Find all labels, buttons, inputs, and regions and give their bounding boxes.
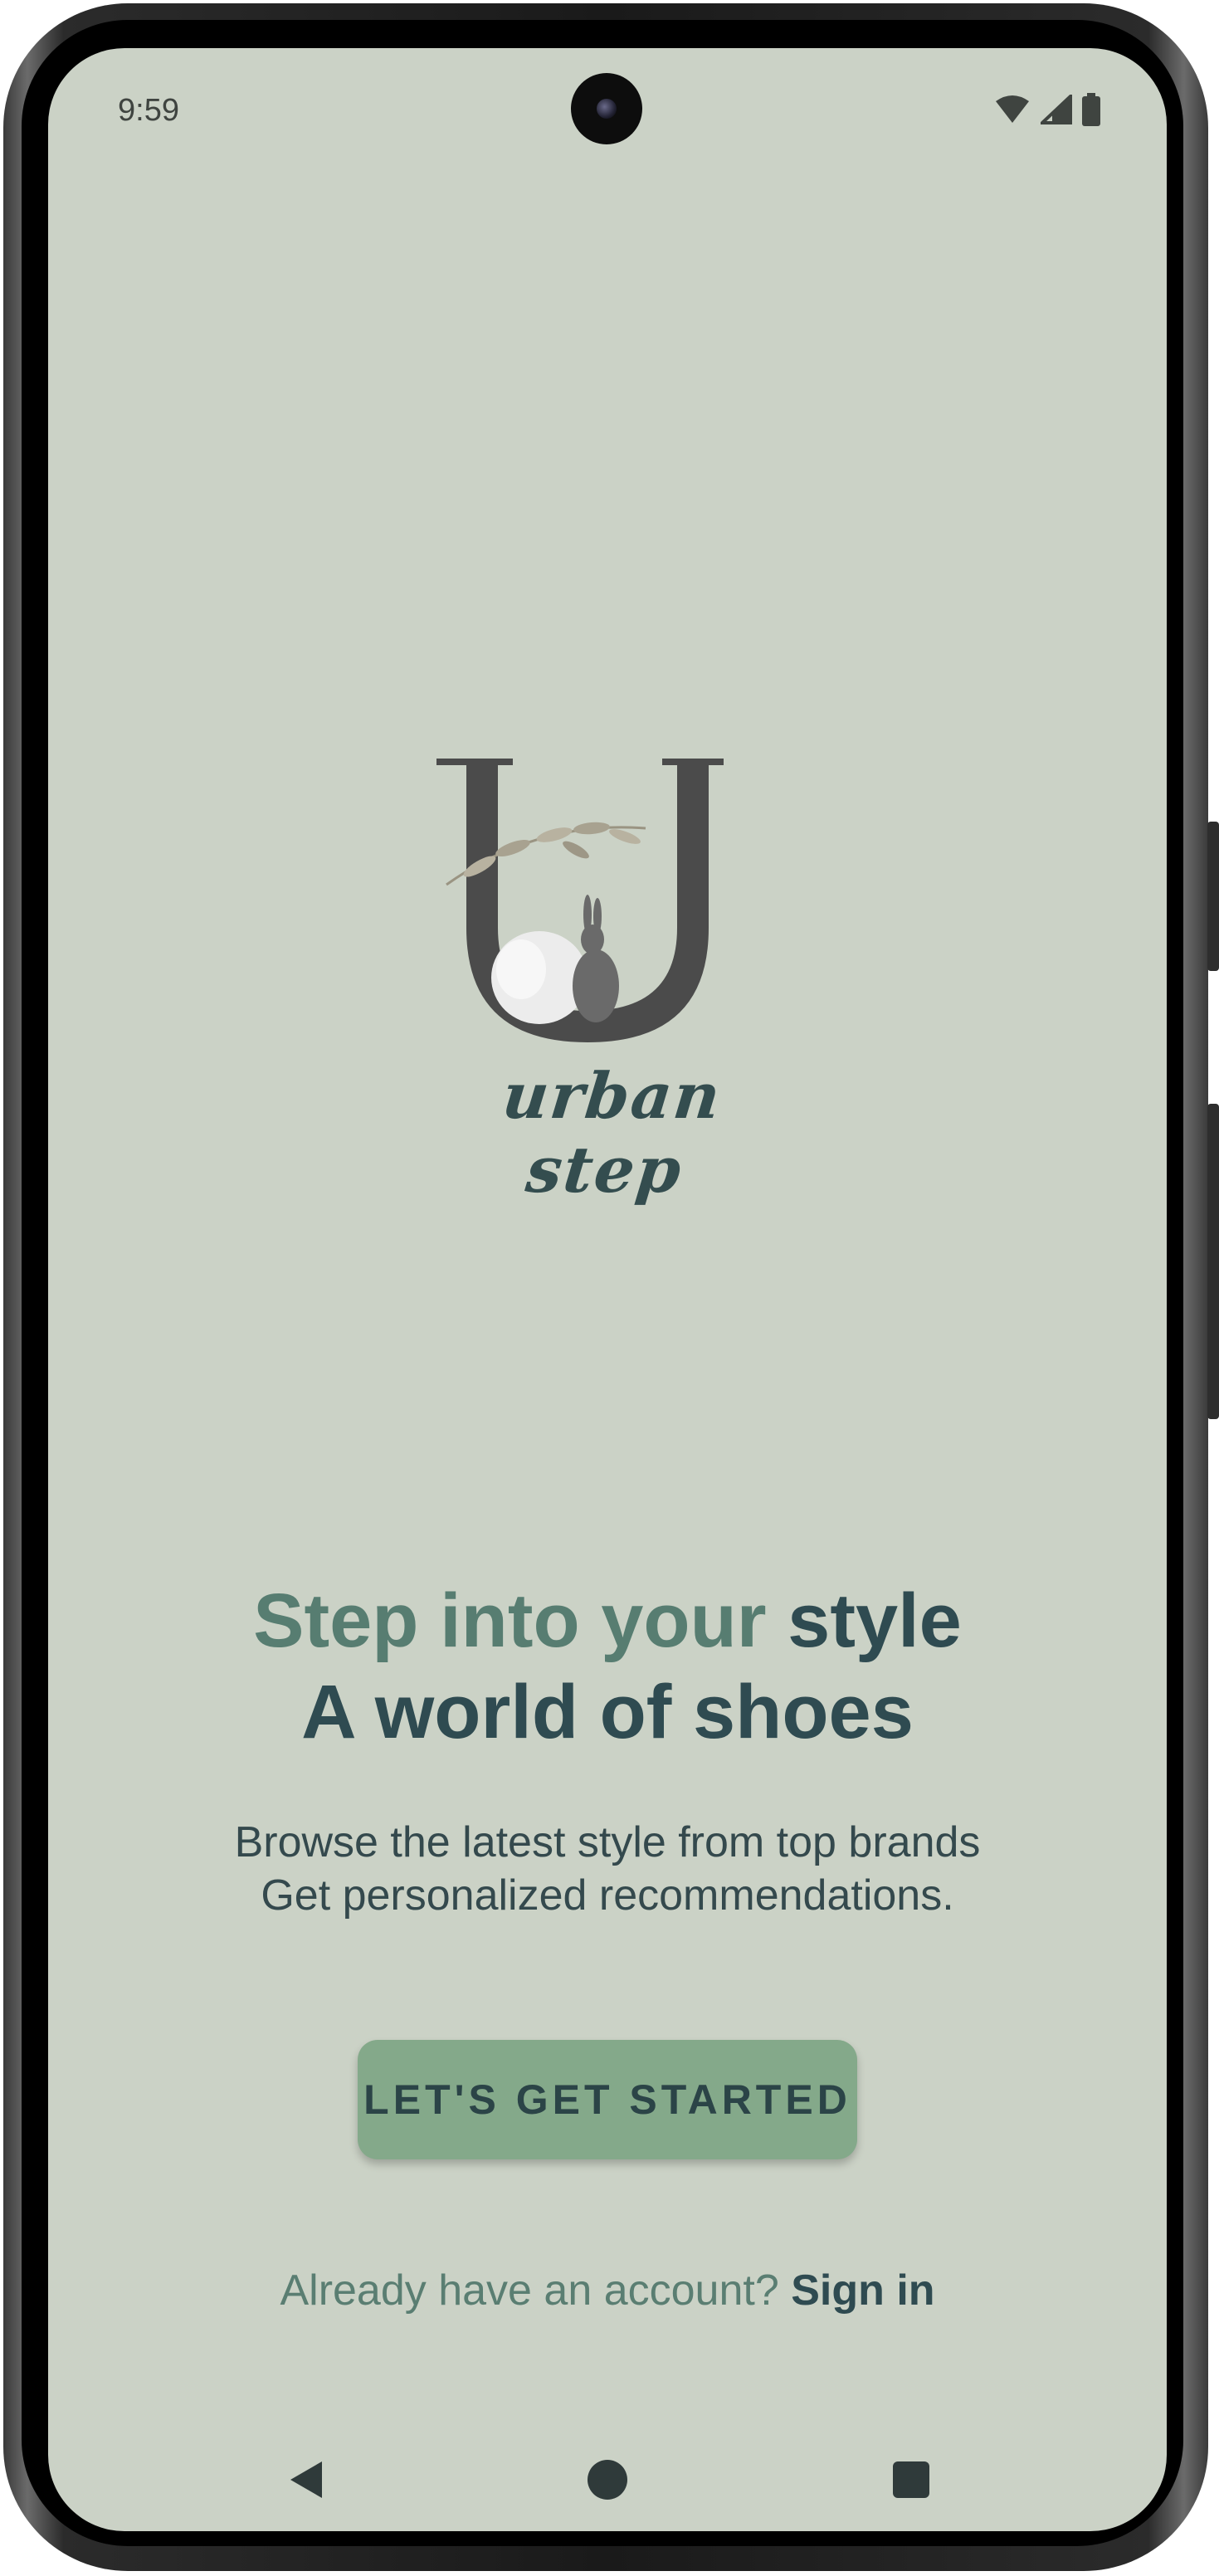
home-icon [588, 2460, 627, 2500]
battery-icon [1082, 93, 1100, 126]
subtext-line-2: Get personalized recommendations. [261, 1871, 954, 1920]
signin-prompt: Already have an account? [280, 2266, 779, 2315]
headline-line-2: A world of shoes [301, 1670, 914, 1754]
signin-row: Already have an account? Sign in [48, 2266, 1167, 2315]
phone-device: 9:59 U [0, 0, 1219, 2576]
headline-accent: Step into your [253, 1578, 767, 1663]
welcome-subtext: Browse the latest style from top brands … [48, 1816, 1167, 1922]
welcome-headline: Step into your style A world of shoes [48, 1575, 1167, 1758]
logo-wordmark: urban step [499, 1059, 725, 1207]
back-icon [290, 2461, 322, 2498]
headline-rest: style [787, 1578, 962, 1663]
recents-icon [893, 2461, 929, 2498]
app-logo: U urban step [413, 704, 803, 1207]
recents-button[interactable] [878, 2447, 944, 2513]
status-icons [994, 93, 1100, 126]
subtext-line-1: Browse the latest style from top brands [234, 1818, 981, 1866]
get-started-button[interactable]: Let's get started [358, 2040, 857, 2159]
back-button[interactable] [272, 2447, 339, 2513]
front-camera [571, 73, 642, 144]
signin-link[interactable]: Sign in [791, 2266, 934, 2315]
headline-line-1: Step into your style [48, 1575, 1167, 1666]
logo-monogram-icon: U [436, 759, 724, 1042]
home-button[interactable] [574, 2447, 641, 2513]
welcome-screen: 9:59 U [48, 48, 1167, 2531]
cell-signal-icon [1041, 95, 1072, 124]
status-time: 9:59 [118, 93, 179, 128]
volume-button [1207, 822, 1219, 971]
wifi-icon [996, 95, 1029, 123]
power-button [1207, 1104, 1219, 1419]
system-nav-bar [48, 2447, 1167, 2513]
